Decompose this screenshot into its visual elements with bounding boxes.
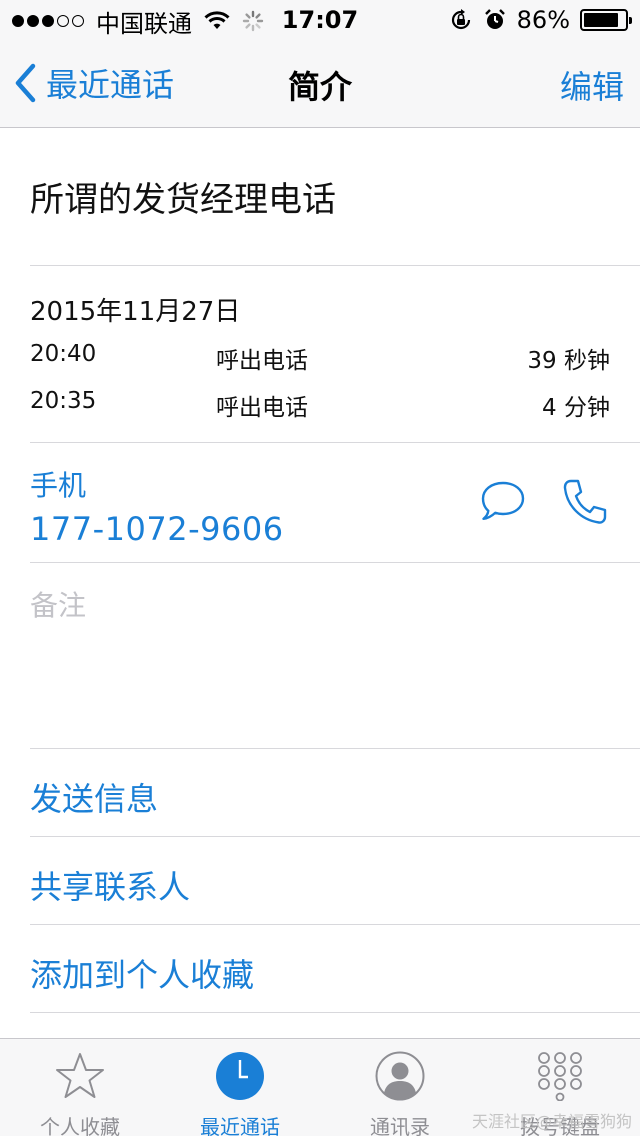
call-duration: 39 秒钟 — [527, 348, 610, 374]
call-time: 20:40 — [30, 341, 97, 367]
divider — [30, 748, 640, 749]
watermark: 天涯社区@幸福雪狗狗 — [471, 1112, 632, 1131]
back-button-label: 最近通话 — [46, 66, 175, 104]
call-duration: 4 分钟 — [542, 395, 610, 421]
contact-name: 所谓的发货经理电话 — [30, 180, 336, 220]
tab-label: 个人收藏 — [40, 1115, 120, 1136]
call-type: 呼出电话 — [216, 395, 308, 421]
message-bubble-icon[interactable] — [480, 480, 526, 522]
contacts-icon — [375, 1051, 425, 1101]
edit-button[interactable]: 编辑 — [560, 62, 624, 108]
tab-label: 通讯录 — [370, 1115, 430, 1136]
rotation-lock-icon — [451, 9, 470, 30]
notes-field[interactable]: 备注 — [30, 584, 86, 624]
divider — [30, 562, 640, 563]
phone-label: 手机 — [30, 469, 87, 502]
battery-percent: 86% — [516, 6, 570, 34]
star-icon — [56, 1053, 104, 1098]
send-message-button[interactable]: 发送信息 — [30, 774, 158, 820]
battery-level — [584, 13, 619, 27]
clock-icon — [216, 1052, 264, 1100]
keypad-icon — [538, 1052, 582, 1101]
phone-number[interactable]: 177-1072-9606 — [30, 510, 284, 548]
divider — [30, 442, 640, 443]
back-button[interactable]: 最近通话 — [14, 60, 174, 106]
share-contact-button[interactable]: 共享联系人 — [30, 862, 190, 908]
status-bar-right: 86% — [449, 6, 632, 34]
divider — [30, 924, 640, 925]
call-type: 呼出电话 — [216, 348, 308, 374]
call-date: 2015年11月27日 — [30, 297, 241, 327]
status-bar: 中国联通 17:07 86% — [0, 0, 640, 40]
call-time: 20:35 — [30, 388, 97, 414]
alarm-icon — [484, 9, 505, 29]
divider — [30, 836, 640, 837]
divider — [30, 1012, 640, 1013]
contact-info-screen: 中国联通 17:07 86% 最近通话 简介 编辑 所谓的发货经理电话 2015… — [0, 0, 640, 1136]
tab-recents[interactable]: 最近通话 — [160, 1039, 320, 1136]
chevron-left-icon — [15, 63, 36, 103]
tab-contacts[interactable]: 通讯录 — [320, 1039, 480, 1136]
tab-favorites[interactable]: 个人收藏 — [0, 1039, 160, 1136]
divider — [30, 265, 640, 266]
phone-call-icon[interactable] — [562, 478, 608, 526]
tab-label: 最近通话 — [200, 1115, 280, 1136]
navigation-bar: 最近通话 简介 编辑 — [0, 40, 640, 128]
call-entry: 20:35 呼出电话 4 分钟 — [30, 388, 610, 422]
call-entry: 20:40 呼出电话 39 秒钟 — [30, 341, 610, 375]
battery-icon — [580, 9, 632, 31]
add-to-favorites-button[interactable]: 添加到个人收藏 — [30, 950, 254, 996]
